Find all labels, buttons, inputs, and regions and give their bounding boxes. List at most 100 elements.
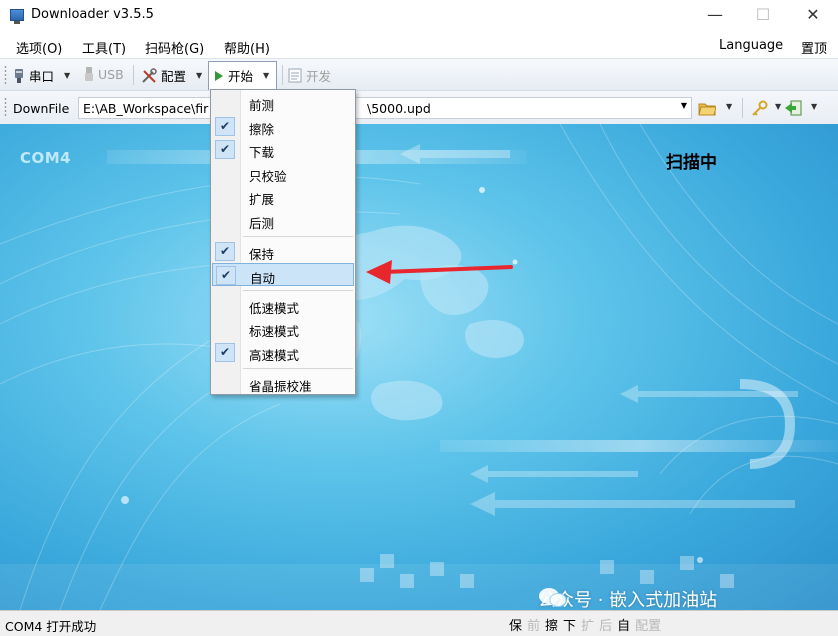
start-dropdown-caret[interactable]: ▼ — [263, 71, 269, 80]
menu-item-label: 低速模式 — [249, 300, 300, 316]
file-toolbar: DownFile E:\AB_Workspace\fir \5000.upd ▼ … — [0, 90, 838, 124]
checkmark-icon: ✔ — [215, 343, 235, 362]
tools-icon — [142, 67, 157, 83]
import-icon[interactable] — [784, 100, 802, 116]
checkmark-icon: ✔ — [215, 241, 235, 261]
status-message: COM4 打开成功 — [5, 619, 97, 634]
usb-button[interactable]: USB — [84, 66, 124, 82]
usb-label: USB — [98, 66, 124, 82]
toolbar-separator — [133, 65, 134, 85]
menu-separator — [243, 367, 353, 369]
port-name-label: COM4 — [20, 149, 72, 167]
file-path-combobox[interactable]: E:\AB_Workspace\fir \5000.upd ▼ — [78, 97, 692, 119]
develop-button[interactable]: 开发 — [288, 66, 331, 85]
menu-item[interactable]: 低速模式 — [212, 294, 354, 317]
config-button[interactable]: 配置 ▼ — [141, 66, 202, 85]
menu-item[interactable]: ✔ 高速模式 — [212, 341, 354, 364]
checkmark-icon: ✔ — [215, 116, 235, 136]
status-flag: 扩 — [581, 619, 595, 634]
menu-item-label: 自动 — [250, 271, 276, 287]
menu-item[interactable]: 扩展 — [212, 185, 354, 208]
toolbar-grip[interactable] — [4, 97, 7, 117]
minimize-button[interactable]: — — [692, 0, 738, 30]
menu-item[interactable]: 省晶振校准 — [212, 372, 354, 395]
toolbar-grip[interactable] — [4, 65, 7, 85]
menu-help[interactable]: 帮助(H) — [224, 38, 270, 57]
status-flag: 下 — [563, 619, 577, 634]
status-flag: 前 — [527, 619, 541, 634]
watermark: 公众号 · 嵌入式加油站 — [538, 586, 717, 610]
config-label: 配置 — [161, 69, 187, 84]
document-icon — [288, 68, 302, 83]
menu-item[interactable]: 前测 — [212, 91, 354, 114]
start-button[interactable]: 开始 ▼ — [214, 66, 269, 85]
menu-item-label: 擦除 — [249, 121, 275, 137]
checkmark-icon: ✔ — [216, 266, 236, 286]
downfile-label: DownFile — [13, 101, 70, 116]
title-bar: Downloader v3.5.5 — ☐ ✕ — [0, 0, 838, 32]
checkmark-icon: ✔ — [215, 140, 235, 160]
wechat-icon — [539, 588, 567, 607]
start-label: 开始 — [228, 69, 254, 84]
serial-label: 串口 — [29, 69, 55, 84]
menu-item[interactable]: 标速模式 — [212, 317, 354, 340]
menu-item-label: 省晶振校准 — [249, 378, 312, 394]
status-flags: 保 前 擦 下 扩 后 自 配置 — [509, 615, 661, 634]
menu-scanner[interactable]: 扫码枪(G) — [145, 38, 204, 57]
serial-dropdown-caret[interactable]: ▼ — [64, 71, 70, 80]
toolbar-separator — [742, 98, 743, 118]
scan-status-label: 扫描中 — [666, 153, 717, 173]
menu-item[interactable]: ✔ 保持 — [212, 240, 354, 263]
menu-item-label: 下载 — [249, 145, 275, 161]
serial-button[interactable]: 串口 ▼ — [13, 66, 70, 85]
maximize-button[interactable]: ☐ — [740, 0, 786, 30]
menu-item-label: 只校验 — [249, 168, 287, 184]
menu-item-label: 标速模式 — [249, 324, 300, 340]
key-icon[interactable] — [750, 100, 768, 116]
file-path-value: E:\AB_Workspace\fir — [83, 101, 209, 116]
config-dropdown-caret[interactable]: ▼ — [196, 71, 202, 80]
status-flag: 保 — [509, 619, 523, 634]
pin-top-menu[interactable]: 置顶 — [801, 38, 827, 57]
menu-item-label: 保持 — [249, 246, 275, 262]
develop-label: 开发 — [306, 69, 332, 84]
status-flag: 擦 — [545, 619, 559, 634]
play-icon — [215, 70, 223, 81]
menu-tools[interactable]: 工具(T) — [82, 38, 126, 57]
menu-item-label: 扩展 — [249, 192, 275, 208]
file-path-tail: \5000.upd — [367, 101, 431, 116]
menu-item[interactable]: ✔ 擦除 — [212, 115, 354, 138]
world-map-background — [0, 124, 838, 610]
open-folder-icon[interactable] — [698, 100, 716, 116]
menu-separator — [243, 235, 353, 237]
menu-item-label: 高速模式 — [249, 348, 300, 363]
window-title: Downloader v3.5.5 — [31, 7, 154, 22]
start-dropdown-menu: 前测 ✔ 擦除 ✔ 下载只校验扩展后测 ✔ 保持 ✔ 自动低速模式标速模式 ✔ 高速模式省晶振校准 — [210, 89, 356, 395]
menu-item[interactable]: ✔ 下载 — [212, 138, 354, 161]
red-annotation-arrow-icon — [366, 260, 513, 284]
menu-separator — [243, 289, 353, 291]
menu-item-label: 前测 — [249, 98, 275, 113]
main-toolbar: 串口 ▼ USB 配置 ▼ 开始 ▼ 开发 — [0, 58, 838, 90]
close-button[interactable]: ✕ — [790, 0, 836, 30]
status-flag: 配置 — [635, 619, 662, 634]
menu-item[interactable]: ✔ 自动 — [212, 263, 354, 287]
toolbar-separator — [282, 65, 283, 85]
menu-item[interactable]: 只校验 — [212, 162, 354, 185]
status-flag: 后 — [599, 619, 613, 634]
menu-item-label: 后测 — [249, 216, 275, 231]
menu-item[interactable]: 后测 — [212, 209, 354, 232]
key-dropdown-caret[interactable]: ▼ — [775, 102, 781, 111]
status-flag: 自 — [617, 619, 631, 634]
status-bar: COM4 打开成功 保 前 擦 下 扩 后 自 配置 — [0, 610, 838, 636]
app-icon — [10, 9, 24, 24]
usb-icon — [85, 67, 93, 81]
menu-options[interactable]: 选项(O) — [16, 38, 62, 57]
menu-bar: 选项(O) 工具(T) 扫码枪(G) 帮助(H) Language 置顶 — [0, 32, 838, 58]
open-dropdown-caret[interactable]: ▼ — [726, 102, 732, 111]
language-menu[interactable]: Language — [719, 38, 783, 53]
import-dropdown-caret[interactable]: ▼ — [811, 102, 817, 111]
status-banner: COM4 扫描中 公众号 · 嵌入式加油站 — [0, 124, 838, 610]
path-dropdown-caret[interactable]: ▼ — [681, 101, 687, 110]
serial-plug-icon — [15, 68, 23, 83]
